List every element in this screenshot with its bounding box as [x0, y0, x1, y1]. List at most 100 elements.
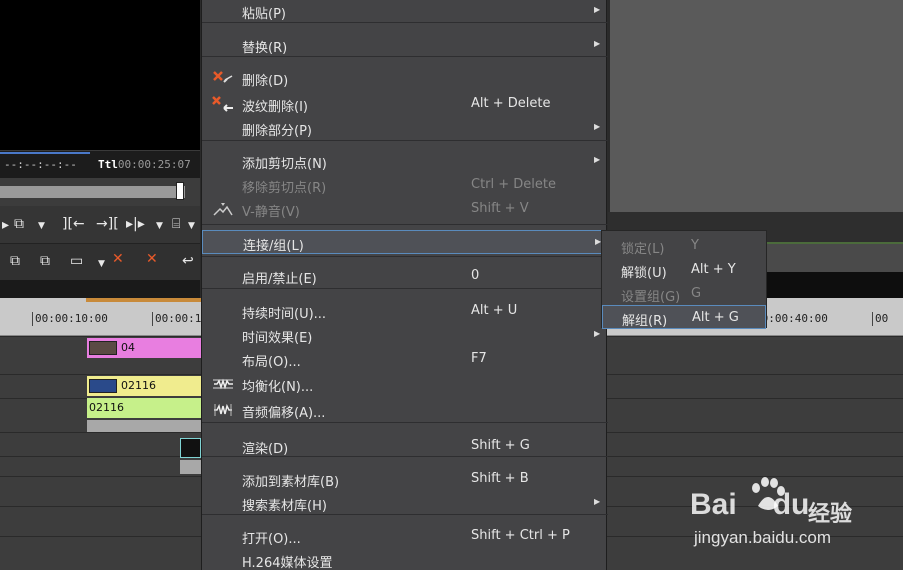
- menu-item[interactable]: 打开(O)... Shift + Ctrl + P: [202, 524, 608, 548]
- menu-item[interactable]: 添加到素材库(B) Shift + B: [202, 467, 608, 491]
- baidu-watermark: Bai du 经验 jingyan.baidu.com: [690, 477, 900, 558]
- menu-item-shortcut: Ctrl + Delete: [471, 177, 557, 192]
- mark-out-icon[interactable]: →][: [96, 217, 119, 231]
- menu-item-label: H.264媒体设置: [242, 556, 333, 570]
- menu-item[interactable]: 布局(O)... F7: [202, 347, 608, 371]
- menu-item[interactable]: 波纹删除(I) Alt + Delete: [202, 92, 608, 116]
- play-in-out-icon[interactable]: ▸|▸: [126, 217, 145, 231]
- ripple-delete-icon[interactable]: ✕: [146, 252, 158, 266]
- menu-separator: [202, 140, 608, 141]
- timeline-clip[interactable]: 02116: [87, 376, 201, 396]
- menu-item[interactable]: 连接/组(L) ▶: [202, 230, 608, 254]
- menu-item[interactable]: 启用/禁止(E) 0: [202, 264, 608, 288]
- submenu-arrow-icon: ▶: [594, 5, 601, 14]
- menu-item[interactable]: H.264媒体设置: [202, 548, 608, 570]
- right-strip: [766, 272, 903, 298]
- timeline-strip: [0, 280, 200, 298]
- menu-item-shortcut: F7: [471, 351, 487, 366]
- menu-separator: [202, 422, 608, 423]
- arrow-left-icon[interactable]: ▸: [2, 218, 9, 232]
- menu-item-label: 连接/组(L): [243, 239, 304, 254]
- submenu-item-label: 设置组(G): [621, 290, 681, 305]
- submenu-item: 锁定(L) Y: [602, 234, 766, 258]
- paste-icon[interactable]: ⧉: [40, 254, 50, 268]
- menu-item-label: 时间效果(E): [242, 331, 313, 346]
- menu-item-label: 删除部分(P): [242, 124, 312, 139]
- player-toolbar: ▸ ⧉ ▼ ][← →][ ▸|▸ ▼ ⌸ ▼: [0, 206, 200, 244]
- menu-item-shortcut: Shift + V: [471, 201, 529, 216]
- menu-item[interactable]: 音频偏移(A)...: [202, 398, 608, 422]
- submenu-arrow-icon: ▶: [594, 329, 601, 338]
- menu-item-label: 打开(O)...: [242, 532, 301, 547]
- right-track: [766, 242, 903, 272]
- menu-item-label: 移除剪切点(R): [242, 181, 327, 196]
- audio-clip[interactable]: [87, 420, 201, 432]
- submenu-arrow-icon: ▶: [594, 122, 601, 131]
- menu-item: 移除剪切点(R) Ctrl + Delete: [202, 173, 608, 197]
- menu-item-label: 添加到素材库(B): [242, 475, 340, 490]
- undo-icon[interactable]: ↩: [182, 254, 194, 268]
- paw-icon: [752, 477, 785, 510]
- mark-in-icon[interactable]: ][←: [62, 217, 85, 231]
- submenu-item-shortcut: G: [691, 286, 702, 301]
- menu-separator: [202, 256, 608, 257]
- menu-item[interactable]: 替换(R) ▶: [202, 33, 608, 57]
- clip-label: 02116: [89, 401, 124, 414]
- menu-item[interactable]: 渲染(D) Shift + G: [202, 434, 608, 458]
- menu-item-label: 搜索素材库(H): [242, 499, 327, 514]
- clip-icon[interactable]: ▭: [70, 254, 83, 268]
- range-marker: [86, 298, 201, 302]
- submenu-item-label: 解组(R): [622, 314, 668, 329]
- menu-item[interactable]: 删除(D): [202, 66, 608, 90]
- menu-item[interactable]: 持续时间(U)... Alt + U: [202, 299, 608, 323]
- submenu-item[interactable]: 解锁(U) Alt + Y: [602, 258, 766, 282]
- timeline-clip[interactable]: 04: [87, 338, 201, 358]
- submenu-item-label: 解锁(U): [621, 266, 667, 281]
- menu-item: V-静音(V) Shift + V: [202, 197, 608, 221]
- clip-label: 04: [121, 341, 135, 354]
- menu-item[interactable]: 添加剪切点(N) ▶: [202, 149, 608, 173]
- scrub-bar[interactable]: [0, 178, 200, 206]
- menu-item[interactable]: 删除部分(P) ▶: [202, 116, 608, 140]
- submenu-item: 设置组(G) G: [602, 282, 766, 306]
- menu-item-label: 音频偏移(A)...: [242, 406, 326, 421]
- menu-item-label: 渲染(D): [242, 442, 289, 457]
- chevron-down-icon[interactable]: ▼: [188, 222, 195, 231]
- delete-icon: [212, 70, 234, 86]
- equalize-icon: [212, 376, 234, 392]
- copy-icon[interactable]: ⧉: [10, 254, 20, 268]
- timeline-toolbar: ⧉ ⧉ ▭ ▼ ✕ ✕ ↩: [0, 244, 200, 280]
- clip-thumbnail: [89, 379, 117, 393]
- timecode-total-value: 00:00:25:07: [117, 158, 191, 171]
- menu-item-label: V-静音(V): [242, 205, 300, 220]
- ruler-label: 00:00:10:00: [35, 312, 108, 325]
- submenu-item[interactable]: 解组(R) Alt + G: [602, 305, 766, 329]
- menu-item-label: 替换(R): [242, 41, 288, 56]
- menu-item[interactable]: 粘贴(P) ▶: [202, 0, 608, 23]
- link-group-submenu: 锁定(L) Y 解锁(U) Alt + Y 设置组(G) G 解组(R) Alt + G: [601, 230, 767, 329]
- menu-item[interactable]: 时间效果(E) ▶: [202, 323, 608, 347]
- settings-icon[interactable]: ⌸: [172, 217, 180, 231]
- menu-item-label: 波纹删除(I): [242, 100, 308, 115]
- scrub-handle[interactable]: [176, 182, 184, 200]
- menu-item[interactable]: 均衡化(N)...: [202, 372, 608, 396]
- watermark-url: jingyan.baidu.com: [694, 528, 832, 547]
- timeline-clip[interactable]: [180, 438, 201, 458]
- submenu-arrow-icon: ▶: [594, 155, 601, 164]
- chevron-down-icon[interactable]: ▼: [38, 222, 45, 231]
- timecode-marker: Ttl: [98, 158, 118, 171]
- submenu-arrow-icon: ▶: [594, 39, 601, 48]
- scrub-track[interactable]: [0, 186, 185, 198]
- submenu-item-label: 锁定(L): [621, 242, 665, 257]
- menu-item-shortcut: Alt + U: [471, 303, 518, 318]
- submenu-item-shortcut: Alt + Y: [691, 262, 736, 277]
- timeline-clip[interactable]: 02116: [87, 398, 201, 418]
- delete-icon[interactable]: ✕: [112, 252, 124, 266]
- menu-item[interactable]: 搜索素材库(H) ▶: [202, 491, 608, 515]
- menu-item-shortcut: Alt + Delete: [471, 96, 551, 111]
- chevron-down-icon[interactable]: ▼: [98, 260, 105, 269]
- overwrite-icon[interactable]: ⧉: [14, 217, 24, 231]
- menu-separator: [202, 456, 608, 457]
- audio-clip[interactable]: [180, 460, 201, 474]
- chevron-down-icon[interactable]: ▼: [156, 222, 163, 231]
